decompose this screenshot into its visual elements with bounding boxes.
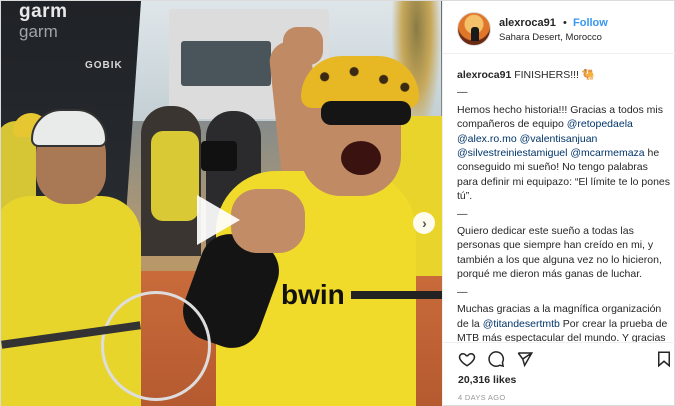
follow-button[interactable]: Follow — [573, 17, 608, 29]
next-arrow-icon[interactable]: › — [413, 212, 435, 234]
open-mouth — [341, 141, 381, 175]
post-sidebar: alexroca91 • Follow Sahara Desert, Moroc… — [442, 1, 675, 406]
camera — [201, 141, 237, 171]
action-bar — [443, 342, 675, 372]
post-header: alexroca91 • Follow Sahara Desert, Moroc… — [443, 1, 675, 54]
post-video[interactable]: garm garm GOBIK bwin › — [1, 1, 442, 406]
likes-count[interactable]: 20,316 likes — [458, 374, 516, 386]
mention-link[interactable]: @mcarmemaza — [570, 147, 644, 159]
mention-link[interactable]: @silvestreiniestamiguel — [457, 147, 567, 159]
caption-username[interactable]: alexroca91 — [457, 69, 511, 81]
avatar[interactable] — [457, 12, 491, 46]
sunglasses — [321, 101, 411, 125]
caption-paragraph-2: Quiero dedicar este sueño a todas las pe… — [457, 225, 662, 281]
raised-fist — [283, 27, 323, 65]
comment-icon[interactable] — [487, 350, 505, 368]
banner-text-secondary: garm — [19, 22, 58, 41]
caption-title: FINISHERS!!! 🐫 — [514, 69, 595, 81]
truck-window — [181, 41, 271, 86]
share-icon[interactable] — [516, 350, 534, 368]
caption-title-line: alexroca91 FINISHERS!!! 🐫 — [457, 68, 671, 82]
play-icon[interactable] — [197, 195, 240, 245]
caption-dash: — — [457, 86, 468, 99]
caption-dash: — — [457, 207, 468, 220]
sponsor-logo-text: GOBIK — [85, 60, 123, 71]
separator-dot: • — [563, 17, 567, 29]
username-link[interactable]: alexroca91 — [499, 17, 556, 29]
heart-icon[interactable] — [458, 350, 476, 368]
mention-link[interactable]: @retopedaela — [567, 118, 633, 130]
mention-link[interactable]: @alex.ro.mo — [457, 133, 517, 145]
rider-left-helmet — [31, 109, 107, 147]
caption-paragraph-3: Muchas gracias a la magnífica organizaci… — [457, 302, 671, 343]
post-timestamp[interactable]: 4 DAYS AGO — [458, 393, 505, 402]
mention-link[interactable]: @titandesertmtb — [483, 318, 560, 330]
instagram-post: garm garm GOBIK bwin › alexroca91 • Foll… — [0, 0, 675, 406]
bookmark-icon[interactable] — [655, 350, 673, 368]
location-link[interactable]: Sahara Desert, Morocco — [499, 32, 602, 43]
bike-handlebar — [351, 291, 442, 299]
bike-wheel — [101, 291, 211, 401]
jersey-brand-text: bwin — [281, 279, 345, 310]
caption-dash: — — [457, 285, 468, 298]
front-fist — [231, 189, 305, 253]
spectator-shirt — [151, 131, 199, 221]
post-caption: alexroca91 FINISHERS!!! 🐫 — Hemos hecho … — [457, 68, 671, 343]
banner-text: garm — [19, 1, 68, 22]
mention-link[interactable]: @valentisanjuan — [520, 133, 598, 145]
caption-paragraph-1: Hemos hecho historia!!! Gracias a todos … — [457, 103, 671, 204]
